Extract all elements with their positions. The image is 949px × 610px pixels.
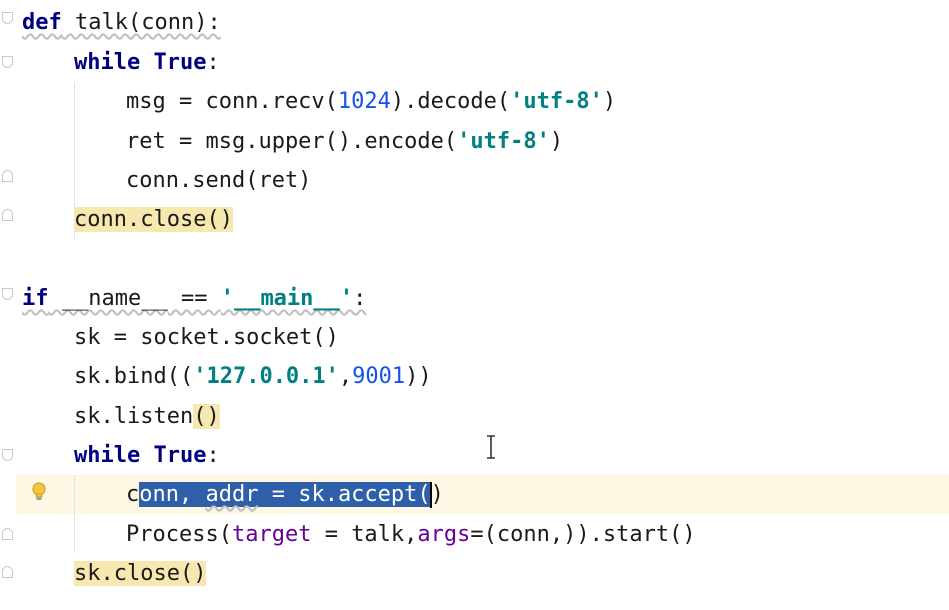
fold-open-icon[interactable] — [2, 12, 13, 24]
code-line-11[interactable]: while True: — [74, 436, 220, 475]
fold-open-icon[interactable] — [2, 288, 13, 300]
code-text: sk.close() — [74, 561, 207, 586]
string-literal: '127.0.0.1' — [193, 364, 339, 389]
code-line-10[interactable]: sk.listen() — [74, 397, 220, 436]
code-text: ret = msg.upper().encode( — [126, 129, 458, 154]
keyword: if — [22, 286, 49, 311]
code-line-2[interactable]: while True: — [74, 43, 220, 82]
code-text: =(conn,)).start() — [470, 522, 696, 547]
keyword: True — [153, 443, 207, 468]
string-literal: 'utf-8' — [510, 89, 603, 114]
code-text: msg = conn.recv( — [126, 89, 338, 114]
keyword: True — [153, 50, 207, 75]
code-text: : — [353, 286, 367, 311]
code-text: : — [206, 443, 220, 468]
keyword: while — [74, 50, 141, 75]
parameter-name: target — [231, 522, 312, 547]
text-selection[interactable]: onn, — [139, 482, 206, 507]
text-selection[interactable]: = sk.accept( — [258, 482, 431, 507]
code-text: ) — [430, 482, 444, 507]
code-line-1[interactable]: def talk(conn): — [22, 3, 221, 42]
fold-open-icon[interactable] — [2, 449, 13, 461]
code-line-14[interactable]: sk.close() — [74, 554, 207, 593]
code-text: ).decode( — [390, 89, 511, 114]
code-text: conn.close() — [74, 207, 233, 232]
code-text: ) — [602, 89, 617, 114]
code-line-4[interactable]: ret = msg.upper().encode('utf-8') — [126, 122, 563, 161]
code-text: ) — [549, 129, 564, 154]
code-line-7[interactable]: if __name__ == '__main__': — [22, 279, 366, 318]
code-line-6[interactable]: conn.close() — [74, 200, 233, 239]
text-selection[interactable]: addr — [205, 482, 259, 507]
code-text: : — [206, 50, 220, 75]
fold-close-icon[interactable] — [2, 170, 13, 182]
code-text: = talk, — [311, 522, 418, 547]
fold-open-icon[interactable] — [2, 56, 13, 68]
code-line-3[interactable]: msg = conn.recv(1024).decode('utf-8') — [126, 82, 616, 121]
text-cursor-icon — [487, 435, 495, 459]
code-text: __name__ — [48, 286, 168, 311]
code-text: conn.send(ret) — [126, 168, 312, 193]
code-text: sk.bind(( — [74, 364, 194, 389]
indent-guide — [74, 475, 75, 553]
code-text: == — [167, 286, 221, 311]
code-text: sk = socket.socket() — [74, 325, 339, 350]
code-text: Process( — [126, 522, 232, 547]
parameter-name: args — [417, 522, 471, 547]
brace-match: () — [193, 404, 220, 429]
fold-close-icon[interactable] — [2, 209, 13, 221]
code-text: talk(conn): — [61, 10, 221, 35]
string-literal: 'utf-8' — [457, 129, 550, 154]
code-line-9[interactable]: sk.bind(('127.0.0.1',9001)) — [74, 357, 432, 396]
code-editor[interactable]: def talk(conn): while True: msg = conn.r… — [0, 0, 949, 610]
keyword: def — [22, 10, 62, 35]
code-line-8[interactable]: sk = socket.socket() — [74, 318, 339, 357]
lightbulb-icon[interactable] — [32, 482, 46, 502]
editor-gutter — [0, 0, 16, 610]
fold-close-icon[interactable] — [2, 566, 13, 578]
code-line-13[interactable]: Process(target = talk,args=(conn,)).star… — [126, 515, 696, 554]
code-text: c — [126, 482, 140, 507]
number-literal: 1024 — [337, 89, 391, 114]
code-line-5[interactable]: conn.send(ret) — [126, 161, 311, 200]
code-text: sk.listen — [74, 404, 194, 429]
string-literal: '__main__' — [220, 286, 354, 311]
code-text: )) — [405, 364, 432, 389]
code-text: , — [338, 364, 353, 389]
fold-close-icon[interactable] — [2, 528, 13, 540]
code-line-12[interactable]: conn, addr = sk.accept() — [126, 475, 444, 514]
keyword: while — [74, 443, 141, 468]
number-literal: 9001 — [352, 364, 406, 389]
